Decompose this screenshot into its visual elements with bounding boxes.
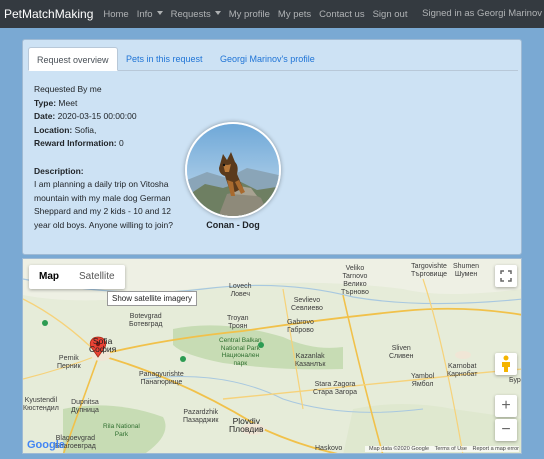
location-row: Location: Sofia,	[34, 124, 184, 138]
description-label: Description:	[34, 165, 84, 176]
google-logo[interactable]: Google	[27, 439, 65, 451]
reward-row: Reward Information: 0	[34, 137, 184, 151]
place-haskovo: Haskovo	[315, 445, 343, 452]
reward-value: 0	[119, 138, 124, 148]
place-rila-park: Rila National Park	[103, 423, 140, 438]
signed-in-user[interactable]: Signed in as Georgi Marinov	[422, 8, 542, 19]
requested-by: Requested By me	[34, 84, 102, 94]
pet-photo[interactable]	[185, 122, 281, 218]
dog-photo-image	[187, 124, 279, 216]
street-view-pegman[interactable]	[495, 353, 517, 375]
pet-name[interactable]: Conan - Dog	[183, 220, 283, 230]
top-navbar: PetMatchMaking Home Info Requests My pro…	[0, 0, 544, 28]
nav-my-pets[interactable]: My pets	[278, 9, 311, 20]
nav-requests-label: Requests	[170, 8, 211, 20]
place-veliko-tarnovo: Veliko Tarnovo Велико Търново	[341, 265, 369, 296]
type-label: Type:	[34, 97, 57, 108]
type-row: Type: Meet	[34, 97, 184, 111]
nav-info-label: Info	[136, 8, 153, 20]
fullscreen-button[interactable]	[495, 265, 517, 287]
place-sofia: Sofia София	[89, 336, 117, 354]
terms-of-use-link[interactable]: Terms of Use	[435, 446, 467, 452]
date-label: Date:	[34, 111, 56, 121]
place-shumen: Shumen Шумен	[453, 263, 480, 278]
brand-link[interactable]: PetMatchMaking	[4, 7, 93, 21]
nav-requests-dropdown[interactable]: Requests	[171, 9, 221, 20]
nav-contact-us[interactable]: Contact us	[319, 9, 364, 20]
chevron-down-icon	[214, 10, 221, 15]
description-label-row: Description:	[34, 165, 184, 179]
zoom-out-button[interactable]: −	[495, 419, 517, 441]
map-type-satellite-button[interactable]: Satellite	[69, 265, 125, 289]
place-lovech: Lovech Ловеч	[229, 283, 252, 298]
place-kyustendil: Kyustendil Кюстендил	[23, 397, 59, 412]
fullscreen-icon	[500, 270, 512, 282]
place-burgas: Бург	[509, 377, 522, 384]
date-row: Date: 2020-03-15 00:00:00	[34, 110, 184, 124]
nav-links: Home Info Requests My profile My pets Co…	[103, 9, 415, 20]
map-data-attribution: Map data ©2020 Google	[369, 446, 430, 452]
request-card: Request overview Pets in this request Ge…	[22, 39, 522, 255]
place-sliven: Sliven Сливен	[389, 345, 414, 360]
place-botevgrad: Botevgrad Ботевград	[129, 313, 163, 328]
request-details: Requested By me Type: Meet Date: 2020-03…	[34, 83, 184, 232]
nav-info-dropdown[interactable]: Info	[137, 9, 163, 20]
google-map[interactable]: Lovech Ловеч Veliko Tarnovo Велико Търно…	[22, 258, 522, 454]
place-panagyurishte: Panagyurishte Панагюрище	[139, 371, 184, 386]
request-tabs: Request overview Pets in this request Ge…	[28, 47, 518, 71]
nav-sign-out[interactable]: Sign out	[373, 9, 408, 20]
place-dupnitsa: Dupnitsa Дупница	[71, 399, 99, 414]
place-pernik: Pernik Перник	[57, 355, 81, 370]
map-type-control: Map Satellite	[29, 265, 125, 289]
tab-pets-in-request[interactable]: Pets in this request	[118, 47, 211, 71]
reward-label: Reward Information:	[34, 138, 117, 148]
type-value: Meet	[58, 97, 78, 108]
location-label: Location:	[34, 124, 73, 135]
satellite-tooltip: Show satellite imagery	[107, 291, 198, 306]
location-value: Sofia,	[74, 124, 97, 135]
place-troyan: Troyan Троян	[227, 315, 249, 330]
place-kazanlak: Kazanlak Казанлък	[295, 353, 326, 368]
tab-owner-profile[interactable]: Georgi Marinov's profile	[212, 47, 323, 71]
place-stara-zagora: Stara Zagora Стара Загора	[313, 381, 358, 396]
map-type-map-button[interactable]: Map	[29, 265, 69, 289]
place-pazardzhik: Pazardzhik Пазарджик	[183, 409, 219, 424]
place-targovishte: Targovishte Търговище	[411, 263, 448, 278]
place-plovdiv: Plovdiv Пловдив	[229, 416, 264, 434]
chevron-down-icon	[156, 10, 163, 15]
zoom-in-button[interactable]: +	[495, 395, 517, 417]
pegman-icon	[502, 355, 510, 372]
place-sevlievo: Sevlievo Севлиево	[291, 297, 323, 312]
report-map-error-link[interactable]: Report a map error	[473, 446, 519, 452]
nav-my-profile[interactable]: My profile	[229, 9, 270, 20]
place-yambol: Yambol Ямбол	[411, 373, 435, 388]
place-central-balkan: Central Balkan National Park Национален …	[219, 337, 262, 367]
tab-request-overview[interactable]: Request overview	[28, 47, 118, 71]
date-value: 2020-03-15 00:00:00	[57, 111, 137, 121]
place-karnobat: Karnobat Карнобат	[447, 363, 478, 378]
google-logo-text: Google	[27, 439, 65, 451]
nav-home[interactable]: Home	[103, 9, 128, 20]
map-footer: Map data ©2020 Google Terms of Use Repor…	[365, 446, 519, 452]
description-text: I am planning a daily trip on Vitosha mo…	[34, 179, 173, 230]
place-gabrovo: Gabrovo Габрово	[287, 319, 314, 334]
